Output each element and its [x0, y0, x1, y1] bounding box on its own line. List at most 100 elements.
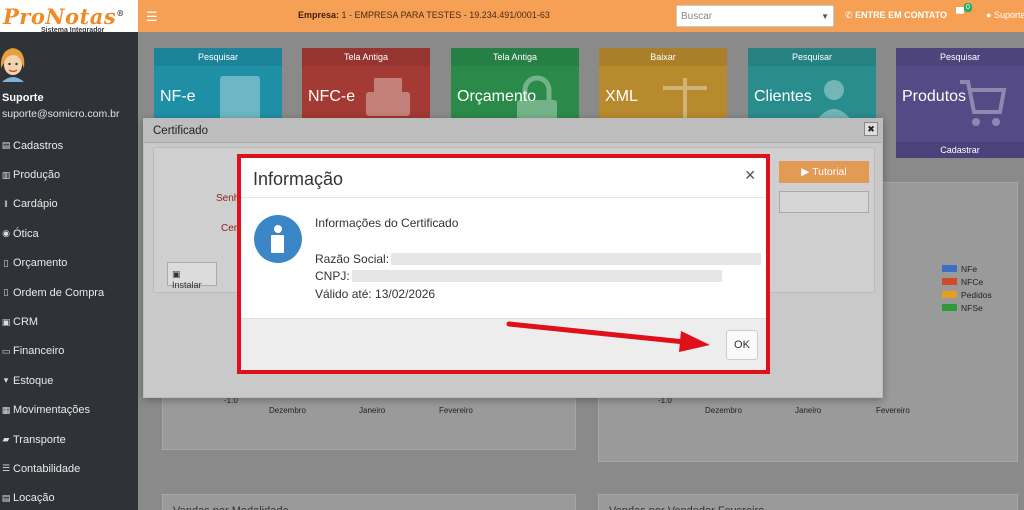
search-select[interactable]: Buscar ▼ [676, 5, 834, 27]
x-tick-label: Janeiro [795, 406, 822, 415]
sidebar-item-contabilidade[interactable]: ☰ Contabilidade [0, 454, 138, 483]
bottom-panel-right: Vendas por Vendedor Fevereiro [598, 494, 1018, 510]
info-icon [254, 215, 302, 263]
info-dialog-body: Informações do Certificado Razão Social:… [241, 199, 766, 319]
table-icon: ▦ [1, 404, 11, 415]
tutorial-label: Tutorial [812, 166, 847, 178]
razao-social-label: Razão Social: [315, 252, 390, 266]
user-menu-label: Suporte [993, 10, 1024, 20]
user-email: suporte@somicro.com.br [2, 108, 120, 120]
sidebar-item-cadastros[interactable]: ▤ Cadastros [0, 131, 138, 160]
menu-toggle-icon[interactable]: ☰ [146, 9, 158, 25]
tile-header: Baixar [599, 48, 727, 66]
brand-name: ProNotas [3, 4, 117, 29]
sidebar-item-producao[interactable]: ▥ Produção [0, 160, 138, 189]
sidebar-item-label: Ótica [13, 227, 39, 240]
redacted-value [351, 270, 722, 282]
sidebar-item-cardapio[interactable]: ǁ Cardápio [0, 190, 138, 219]
clipboard-icon: ▣ [1, 316, 11, 327]
cnpj-label: CNPJ: [315, 269, 350, 283]
panel-title: Vendas por Vendedor Fevereiro [599, 495, 1017, 510]
legend-item: Pedidos [942, 288, 992, 301]
legend-item: NFe [942, 262, 992, 275]
x-tick-label: Fevereiro [439, 406, 473, 415]
annotation-arrow [506, 321, 710, 352]
install-button[interactable]: ▣ Instalar [167, 262, 217, 290]
phone-icon: ✆ [845, 10, 853, 20]
validity-label: Válido até: 13/02/2026 [315, 287, 436, 301]
sidebar-item-label: Ordem de Compra [13, 286, 105, 299]
search-placeholder: Buscar [681, 11, 713, 22]
notifications-icon[interactable]: ▀ [956, 8, 964, 20]
legend-item: NFCe [942, 275, 992, 288]
panel-title: Vendas por Modalidade [163, 495, 575, 510]
legend-label: Pedidos [961, 289, 992, 300]
certificate-input[interactable] [779, 191, 869, 213]
tile-produtos[interactable]: Pesquisar Produtos Cadastrar [896, 48, 1024, 158]
sidebar-item-movimentacoes[interactable]: ▦ Movimentações [0, 396, 138, 425]
sidebar-item-ordem-de-compra[interactable]: ▯ Ordem de Compra [0, 278, 138, 307]
legend-label: NFe [961, 263, 978, 274]
sidebar-item-estoque[interactable]: ▾ Estoque [0, 366, 138, 395]
tile-footer: Cadastrar [896, 142, 1024, 158]
legend-swatch [942, 265, 957, 272]
sidebar-item-crm[interactable]: ▣ CRM [0, 307, 138, 336]
sidebar-item-label: Transporte [13, 433, 66, 446]
redacted-value [391, 253, 762, 265]
truck-icon: ▰ [2, 434, 10, 445]
brand-tagline: Sistema Integrador [41, 27, 105, 34]
tile-header: Pesquisar [748, 48, 876, 66]
eye-icon: ◉ [2, 228, 10, 239]
sidebar-item-label: Produção [13, 169, 61, 182]
cutlery-icon: ǁ [4, 199, 8, 210]
legend-swatch [942, 304, 957, 311]
cnpj-row: CNPJ: [315, 269, 722, 283]
cart-icon [960, 80, 1007, 126]
tile-header: Pesquisar [154, 48, 282, 66]
user-name: Suporte [2, 92, 44, 104]
cart-icon: ▾ [3, 375, 9, 386]
tile-header: Tela Antiga [302, 48, 430, 66]
chart-legend: NFe NFCe Pedidos NFSe [942, 262, 992, 314]
sidebar-item-orcamento[interactable]: ▯ Orçamento [0, 249, 138, 278]
close-icon[interactable]: ✖ [864, 122, 878, 136]
briefcase-icon: ▤ [1, 492, 11, 503]
ok-button[interactable]: OK [726, 330, 758, 360]
sidebar-item-label: Estoque [13, 374, 54, 387]
notification-badge: 0 [964, 3, 972, 12]
certificate-info-heading: Informações do Certificado [315, 216, 459, 230]
sidebar-item-label: Orçamento [13, 257, 68, 270]
sidebar-item-label: Financeiro [13, 345, 65, 358]
file-icon: ▤ [1, 140, 11, 151]
company-label: Empresa: [298, 10, 340, 20]
sidebar-item-locacao[interactable]: ▤ Locação [0, 484, 138, 510]
company-info: Empresa: 1 - EMPRESA PARA TESTES - 19.23… [298, 10, 550, 20]
sidebar-item-otica[interactable]: ◉ Ótica [0, 219, 138, 248]
sidebar-item-transporte[interactable]: ▰ Transporte [0, 425, 138, 454]
user-menu[interactable]: ● Suporte [986, 10, 1024, 20]
tile-header: Pesquisar [896, 48, 1024, 66]
sidebar-item-label: Cardápio [13, 198, 58, 211]
contact-link[interactable]: ✆ ENTRE EM CONTATO [845, 10, 947, 21]
user-icon: ● [986, 10, 992, 20]
sidebar-item-financeiro[interactable]: ▭ Financeiro [0, 337, 138, 366]
tile-header: Tela Antiga [451, 48, 579, 66]
x-tick-label: Fevereiro [876, 406, 910, 415]
chevron-down-icon: ▼ [821, 12, 829, 21]
contact-label: ENTRE EM CONTATO [855, 10, 948, 20]
avatar [0, 48, 25, 82]
sidebar-menu: ▤ Cadastros ▥ Produção ǁ Cardápio ◉ Ótica ▯ O… [0, 131, 138, 510]
company-value: 1 - EMPRESA PARA TESTES - 19.234.491/000… [341, 10, 550, 20]
validity-row: Válido até: 13/02/2026 [315, 287, 435, 301]
certificate-modal-title: Certificado [144, 119, 882, 143]
money-icon: ▭ [1, 345, 11, 356]
close-icon[interactable]: ✕ [744, 167, 756, 184]
tutorial-button[interactable]: ▶ Tutorial [779, 161, 869, 183]
x-tick-label: Janeiro [359, 406, 386, 415]
sidebar-item-label: Locação [13, 492, 55, 505]
legend-swatch [942, 278, 957, 285]
legend-label: NFCe [961, 276, 984, 287]
save-icon: ▣ [172, 269, 181, 279]
logo[interactable]: ProNotas® Sistema Integrador [0, 0, 138, 34]
sidebar: ProNotas® Sistema Integrador Suporte sup… [0, 0, 138, 510]
